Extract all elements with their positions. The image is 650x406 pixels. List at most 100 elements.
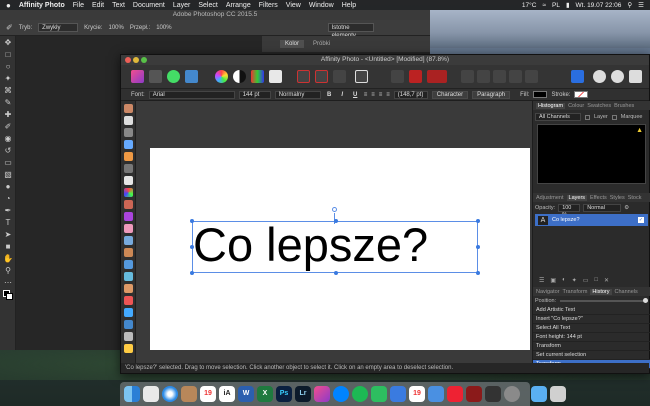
pen-tool-icon[interactable] <box>123 308 133 317</box>
wifi-icon[interactable]: ≈ <box>542 2 546 9</box>
layer-row[interactable]: A Co lepsze? ✓ <box>535 214 648 226</box>
excel-icon[interactable]: X <box>257 386 273 402</box>
tab-kolor[interactable]: Kolor <box>280 40 305 48</box>
mode-select[interactable]: Zwykły <box>38 23 79 32</box>
crop-tool-icon[interactable]: ⌘ <box>3 86 13 96</box>
tab-histogram[interactable]: Histogram <box>536 102 566 109</box>
eyedropper-icon[interactable]: ✎ <box>3 98 13 108</box>
history-item[interactable]: Transform <box>533 342 650 351</box>
healing-brush-icon[interactable] <box>123 284 133 293</box>
bold-button[interactable]: B <box>325 92 334 98</box>
auto-colour-icon[interactable] <box>251 70 264 83</box>
underline-button[interactable]: U <box>351 92 360 98</box>
brush-icon[interactable]: ✐ <box>3 122 13 132</box>
menu-edit[interactable]: Edit <box>92 2 104 9</box>
clone-brush-icon[interactable] <box>123 248 133 257</box>
pen-icon[interactable]: ✒ <box>3 206 13 216</box>
liquify-icon[interactable] <box>123 272 133 281</box>
character-button[interactable]: Character <box>431 90 469 99</box>
menu-select[interactable]: Select <box>198 2 217 9</box>
more-tools-icon[interactable]: ⋯ <box>3 278 13 288</box>
move-tool-icon[interactable]: ✥ <box>3 38 13 48</box>
photo-booth-icon[interactable] <box>466 386 482 402</box>
tab-colour[interactable]: Colour <box>568 103 584 109</box>
flow-value[interactable]: 100% <box>156 25 171 31</box>
history-item[interactable]: Font height: 144 pt <box>533 333 650 342</box>
warning-icon[interactable]: ▲ <box>636 127 643 134</box>
tab-effects[interactable]: Effects <box>590 195 607 201</box>
zoom-icon[interactable]: ⚲ <box>3 266 13 276</box>
tab-channels[interactable]: Channels <box>615 289 638 295</box>
white-balance-icon[interactable] <box>269 70 282 83</box>
weather-temp[interactable]: 17°C <box>522 2 537 9</box>
airmail-icon[interactable] <box>390 386 406 402</box>
justify-icon[interactable]: ≡ <box>386 92 390 98</box>
history-item[interactable]: Insert "Co lepsze?" <box>533 315 650 324</box>
fx-icon[interactable]: ✦ <box>572 277 577 285</box>
flood-select-icon[interactable] <box>123 152 133 161</box>
rotate-icon[interactable] <box>509 70 522 83</box>
selection-brush-icon[interactable] <box>123 140 133 149</box>
assistant-icon[interactable] <box>409 70 422 83</box>
rotation-handle[interactable] <box>332 207 337 212</box>
group-icon[interactable]: ▭ <box>583 277 589 285</box>
menu-help[interactable]: Help <box>342 2 356 9</box>
selection-icon[interactable] <box>315 70 328 83</box>
marquee-icon[interactable] <box>297 70 310 83</box>
brush-tool-icon[interactable]: ✐ <box>6 23 13 32</box>
align-icon[interactable] <box>391 70 404 83</box>
view-mode-icon[interactable] <box>571 70 584 83</box>
apple-icon[interactable]: ● <box>6 1 11 10</box>
quick-mask-icon[interactable] <box>355 70 368 83</box>
history-item[interactable]: Set current selection <box>533 351 650 360</box>
trash-icon[interactable] <box>550 386 566 402</box>
preview-icon[interactable] <box>143 386 159 402</box>
messenger-icon[interactable] <box>333 386 349 402</box>
finder-icon[interactable] <box>124 386 140 402</box>
type-icon[interactable]: T <box>3 218 13 228</box>
healing-icon[interactable]: ✚ <box>3 110 13 120</box>
menu-layer[interactable]: Layer <box>173 2 191 9</box>
evernote-icon[interactable] <box>371 386 387 402</box>
color-picker-icon[interactable] <box>123 344 133 353</box>
color-wheel-icon[interactable] <box>215 70 228 83</box>
close-icon[interactable] <box>125 57 131 63</box>
contacts-icon[interactable] <box>181 386 197 402</box>
snapping-icon[interactable] <box>427 70 447 83</box>
wunderlist-icon[interactable] <box>447 386 463 402</box>
flip-icon[interactable] <box>493 70 506 83</box>
tab-adjustment[interactable]: Adjustment <box>536 195 564 201</box>
menu-filters[interactable]: Filters <box>259 2 278 9</box>
paragraph-button[interactable]: Paragraph <box>472 90 511 99</box>
calendar-2-icon[interactable]: 19 <box>409 386 425 402</box>
safari-icon[interactable] <box>162 386 178 402</box>
gradient-tool-icon[interactable] <box>123 188 133 197</box>
artistic-text[interactable]: Co lepsze? <box>193 219 483 271</box>
system-preferences-icon[interactable] <box>504 386 520 402</box>
marquee-checkbox[interactable] <box>611 114 617 120</box>
tab-history[interactable]: History <box>590 288 612 295</box>
flood-fill-icon[interactable] <box>123 176 133 185</box>
calendar-icon[interactable]: 19 <box>200 386 216 402</box>
menu-file[interactable]: File <box>73 2 84 9</box>
view-tool-icon[interactable] <box>123 104 133 113</box>
zoom-window-icon[interactable] <box>141 57 147 63</box>
opacity-field[interactable]: 100 % <box>558 203 581 218</box>
add-pixel-layer-icon[interactable]: □ <box>594 277 598 285</box>
invert-selection-icon[interactable] <box>333 70 346 83</box>
lasso-tool-icon[interactable]: ○ <box>3 62 13 72</box>
handle-bottom-right[interactable] <box>476 271 480 275</box>
delete-layer-icon[interactable]: ✕ <box>604 277 609 285</box>
tab-layers[interactable]: Layers <box>566 194 588 201</box>
menu-app-name[interactable]: Affinity Photo <box>19 2 65 9</box>
tab-styles[interactable]: Styles <box>610 195 625 201</box>
history-item[interactable]: Select All Text <box>533 324 650 333</box>
align-left-icon[interactable]: ≡ <box>364 92 368 98</box>
position-slider-thumb[interactable] <box>643 298 648 303</box>
font-select[interactable]: Arial <box>148 90 235 99</box>
downloads-folder-icon[interactable] <box>531 386 547 402</box>
dodge-brush-icon[interactable] <box>123 236 133 245</box>
tab-stock[interactable]: Stock <box>628 195 642 201</box>
move-tool-icon[interactable] <box>123 116 133 125</box>
help-icon[interactable] <box>593 70 606 83</box>
